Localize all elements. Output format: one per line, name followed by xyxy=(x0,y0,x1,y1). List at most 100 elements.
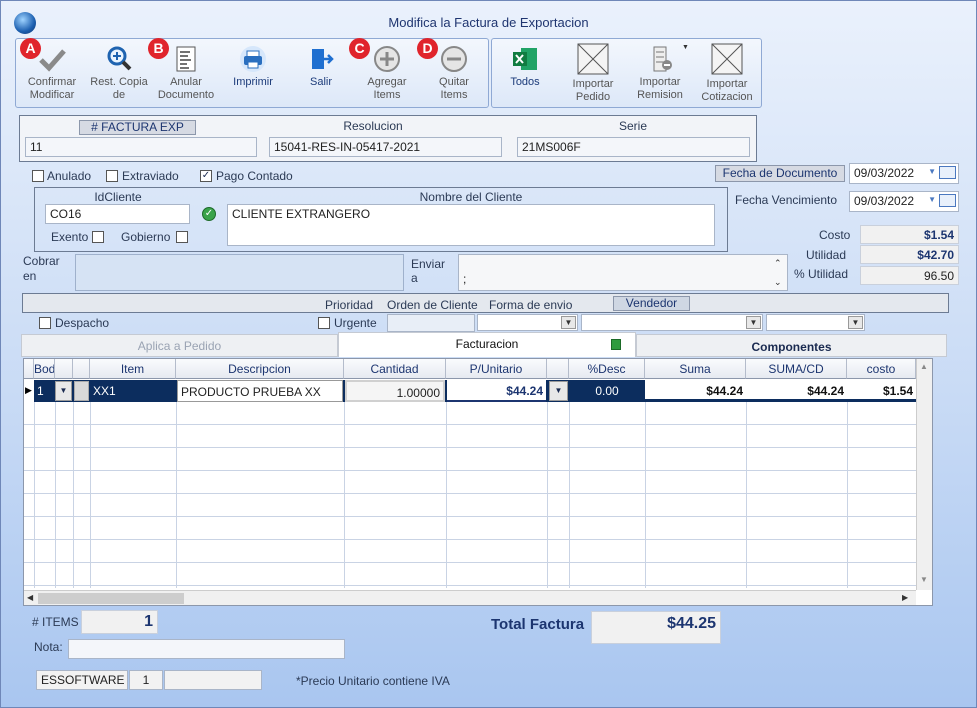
nota-label: Nota: xyxy=(34,640,63,654)
enviar-input[interactable]: ; xyxy=(458,254,788,291)
enviar-label-a: a xyxy=(411,271,418,285)
tab-componentes[interactable]: Componentes xyxy=(636,334,947,357)
agregar-label: Agregar Items xyxy=(367,76,407,101)
cobrar-label-en: en xyxy=(23,269,37,283)
grid-corner xyxy=(24,359,34,379)
envio-bar xyxy=(22,293,949,313)
calendar-icon[interactable] xyxy=(939,166,956,179)
tab-facturacion[interactable]: Facturacion xyxy=(338,332,636,357)
gobierno-label: Gobierno xyxy=(121,230,171,244)
cell-bodega[interactable]: 1 xyxy=(34,380,55,402)
precio-iva-note: *Precio Unitario contiene IVA xyxy=(296,674,450,688)
tab-aplica-pedido[interactable]: Aplica a Pedido xyxy=(21,334,338,357)
col-bodega: Bodega xyxy=(34,359,55,379)
excel-small-icon[interactable] xyxy=(611,339,621,350)
row-pointer-icon: ▶ xyxy=(25,385,32,395)
validate-check-icon[interactable]: ✓ xyxy=(202,207,216,221)
vendedor-select[interactable]: ▼ xyxy=(581,314,763,331)
extraviado-checkbox[interactable] xyxy=(106,170,118,182)
serie-label: Serie xyxy=(618,119,647,133)
todos-excel-button[interactable]: Todos xyxy=(497,45,553,89)
urgente-label: Urgente xyxy=(334,316,377,330)
nombre-cliente-input[interactable]: CLIENTE EXTRANGERO xyxy=(227,204,715,246)
badge-a: A xyxy=(20,38,41,59)
despacho-checkbox[interactable] xyxy=(39,317,51,329)
col-punitario: P/Unitario xyxy=(446,359,547,379)
title-bar: Modifica la Factura de Exportacion xyxy=(1,1,976,35)
calendar-icon[interactable] xyxy=(939,194,956,207)
scroll-down-icon[interactable]: ⌄ xyxy=(774,277,782,288)
tab-facturacion-label: Facturacion xyxy=(455,337,519,351)
exento-checkbox[interactable] xyxy=(92,231,104,243)
col-sumacd: SUMA/CD xyxy=(746,359,847,379)
orden-cliente-label: Orden de Cliente xyxy=(387,298,478,312)
col-suma: Suma xyxy=(645,359,746,379)
confirmar-label: Confirmar Modificar xyxy=(27,76,77,101)
cell-punitario[interactable]: $44.24 xyxy=(447,380,546,402)
cell-item[interactable]: XX1 xyxy=(90,380,176,402)
chevron-down-icon[interactable]: ▼ xyxy=(928,167,936,176)
quitar-label: Quitar Items xyxy=(439,76,469,101)
scroll-up-icon[interactable]: ▲ xyxy=(920,362,928,371)
urgente-checkbox[interactable] xyxy=(318,317,330,329)
importar-remision-button[interactable]: Importar Remision xyxy=(629,45,691,102)
total-factura-value: $44.25 xyxy=(591,611,721,644)
plus-circle-icon xyxy=(374,46,400,72)
col-punitario-drop xyxy=(547,359,569,379)
scroll-right-icon[interactable]: ▶ xyxy=(902,593,908,602)
main-window: Modifica la Factura de Exportacion Confi… xyxy=(0,0,977,708)
cell-desc[interactable]: 0.00 xyxy=(569,380,645,402)
bodega-dropdown-icon[interactable]: ▼ xyxy=(55,381,72,401)
resolucion-input[interactable]: 15041-RES-IN-05417-2021 xyxy=(269,137,502,157)
user-field: ESSOFTWARE xyxy=(36,670,128,690)
imprimir-button[interactable]: Imprimir xyxy=(223,45,283,89)
col-bodega-drop xyxy=(55,359,73,379)
despacho-label: Despacho xyxy=(55,316,110,330)
rest-copia-button[interactable]: Rest. Copia de xyxy=(87,45,151,102)
orden-cliente-input[interactable] xyxy=(387,314,475,332)
scroll-thumb[interactable] xyxy=(38,593,184,604)
zoom-in-icon xyxy=(107,46,132,71)
factura-input[interactable]: 11 xyxy=(25,137,257,157)
gobierno-checkbox[interactable] xyxy=(176,231,188,243)
cell-sumacd: $44.24 xyxy=(746,380,847,402)
importar-cotizacion-button[interactable]: Importar Cotizacion xyxy=(697,43,757,104)
pago-contado-checkbox[interactable]: ✓ xyxy=(200,170,212,182)
anular-label: Anular Documento xyxy=(157,76,215,101)
cell-cantidad[interactable]: 1.00000 xyxy=(345,380,445,402)
nombre-cliente-label: Nombre del Cliente xyxy=(419,190,523,204)
scroll-up-icon[interactable]: ⌃ xyxy=(774,258,782,269)
session-num-field: 1 xyxy=(129,670,163,690)
horizontal-scrollbar[interactable]: ◀ ▶ xyxy=(24,590,916,605)
fecha-vencimiento-label: Fecha Vencimiento xyxy=(735,193,838,207)
serie-input[interactable]: 21MS006F xyxy=(517,137,750,157)
cobrar-input[interactable] xyxy=(75,254,404,291)
vendedor-label: Vendedor xyxy=(613,296,690,311)
importar-pedido-button[interactable]: Importar Pedido xyxy=(563,43,623,104)
punitario-dropdown-icon[interactable]: ▼ xyxy=(549,381,568,401)
pago-contado-label: Pago Contado xyxy=(216,169,293,183)
anulado-checkbox[interactable] xyxy=(32,170,44,182)
pct-utilidad-value: 96.50 xyxy=(860,266,959,285)
pct-utilidad-label: % Utilidad xyxy=(794,267,849,281)
window-title: Modifica la Factura de Exportacion xyxy=(388,15,589,30)
idcliente-input[interactable]: CO16 xyxy=(45,204,190,224)
badge-b: B xyxy=(148,38,169,59)
cell-descripcion[interactable]: PRODUCTO PRUEBA XX xyxy=(177,380,343,402)
dropdown-arrow-icon[interactable]: ▼ xyxy=(682,44,689,51)
scroll-left-icon[interactable]: ◀ xyxy=(27,593,33,602)
salir-button[interactable]: Salir xyxy=(293,45,349,89)
chevron-down-icon: ▼ xyxy=(848,316,863,329)
fecha-documento-input[interactable]: 09/03/2022 ▼ xyxy=(849,163,959,184)
col-item: Item xyxy=(90,359,176,379)
chevron-down-icon[interactable]: ▼ xyxy=(928,195,936,204)
extraviado-label: Extraviado xyxy=(122,169,179,183)
chevron-down-icon: ▼ xyxy=(746,316,761,329)
fecha-vencimiento-input[interactable]: 09/03/2022 ▼ xyxy=(849,191,959,212)
extra-select[interactable]: ▼ xyxy=(766,314,865,331)
items-count-label: # ITEMS xyxy=(32,615,79,629)
vertical-scrollbar[interactable]: ▲ ▼ xyxy=(916,359,932,590)
scroll-down-icon[interactable]: ▼ xyxy=(920,575,928,584)
forma-envio-select[interactable]: ▼ xyxy=(477,314,578,331)
nota-input[interactable] xyxy=(68,639,345,659)
